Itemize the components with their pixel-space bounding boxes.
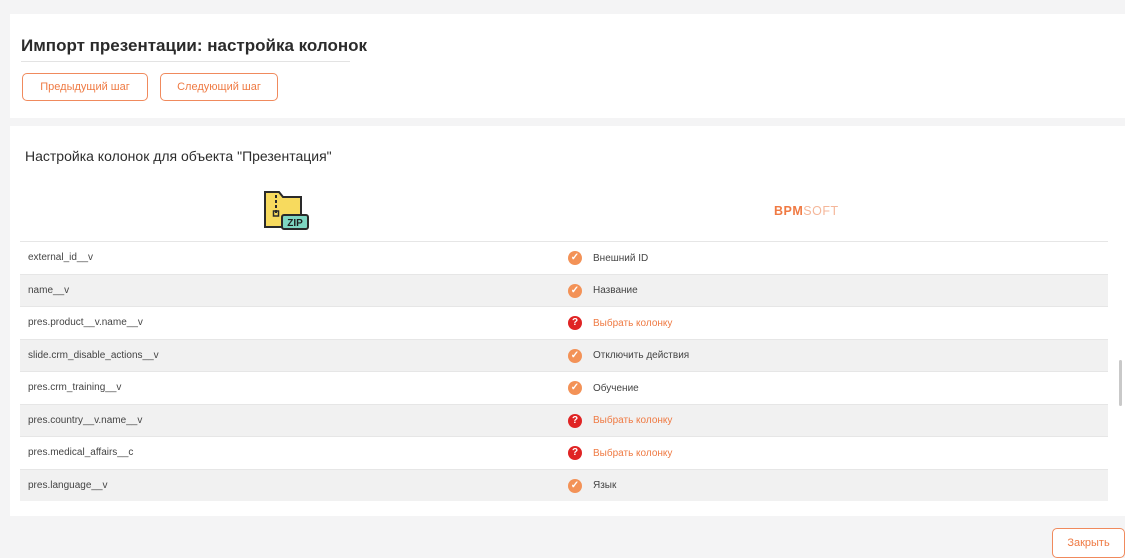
target-column-cell: ✓ Отключить действия <box>568 348 689 364</box>
question-icon: ? <box>568 316 582 330</box>
check-icon: ✓ <box>568 348 582 363</box>
mapping-row: pres.language__v ✓ Язык <box>20 468 1108 501</box>
close-button[interactable]: Закрыть <box>1052 528 1125 558</box>
column-mapping-panel: Настройка колонок для объекта "Презентац… <box>10 126 1125 516</box>
target-column-cell[interactable]: ? Выбрать колонку <box>568 445 672 461</box>
target-column-cell: ✓ Язык <box>568 478 616 494</box>
source-column-name: external_id__v <box>28 252 94 263</box>
target-column-cell: ✓ Название <box>568 283 638 299</box>
select-column-link[interactable]: Выбрать колонку <box>593 448 672 459</box>
mapping-row: name__v ✓ Название <box>20 273 1108 306</box>
source-column-name: name__v <box>28 284 70 296</box>
previous-step-button[interactable]: Предыдущий шаг <box>22 73 148 101</box>
mapping-row: pres.crm_training__v ✓ Обучение <box>20 371 1108 404</box>
header-panel: Импорт презентации: настройка колонок Пр… <box>10 14 1125 118</box>
page-title: Импорт презентации: настройка колонок <box>21 36 368 55</box>
check-icon: ✓ <box>568 251 582 265</box>
mapping-row: pres.country__v.name__v? Выбрать колонку <box>20 403 1108 436</box>
zip-label: ZIP <box>287 218 303 229</box>
check-icon: ✓ <box>568 478 582 493</box>
target-column-cell: ✓ Обучение <box>568 380 639 396</box>
select-column-link[interactable]: Выбрать колонку <box>593 415 672 426</box>
zip-archive-icon: ZIP <box>264 191 309 230</box>
mapping-row: slide.crm_disable_actions__v ✓ Отключить д… <box>20 338 1108 371</box>
mapping-row: pres.product__v.name__v? Выбрать колонку <box>20 306 1108 339</box>
column-mapping-table: external_id__v ✓ Внешний ID name__v ✓ Названи… <box>20 241 1108 501</box>
target-column-label: Язык <box>593 480 617 491</box>
mapping-row: pres.medical_affairs__c? Выбрать колонку <box>20 436 1108 469</box>
section-title: Настройка колонок для объекта "Презентац… <box>25 148 332 164</box>
source-column-name: pres.crm_training__v <box>28 382 122 393</box>
target-column-label: Отключить действия <box>593 350 690 361</box>
target-column-label: Обучение <box>593 382 639 394</box>
mapping-row: external_id__v ✓ Внешний ID <box>20 241 1108 274</box>
bpmsoft-logo: BPMSOFT <box>774 204 839 218</box>
question-icon: ? <box>568 413 582 428</box>
next-step-button[interactable]: Следующий шаг <box>160 73 278 101</box>
target-column-cell: ✓ Внешний ID <box>568 250 648 266</box>
scrollbar[interactable] <box>1119 360 1122 406</box>
logo-part-bpm: BPM <box>774 204 804 218</box>
source-column-name: pres.product__v.name__v <box>28 317 143 328</box>
target-column-cell[interactable]: ? Выбрать колонку <box>568 413 672 429</box>
source-column-name: slide.crm_disable_actions__v <box>28 349 159 361</box>
question-icon: ? <box>568 446 582 460</box>
select-column-link[interactable]: Выбрать колонку <box>593 318 672 329</box>
target-column-label: Название <box>593 285 638 296</box>
target-column-label: Внешний ID <box>593 252 649 264</box>
target-column-cell[interactable]: ? Выбрать колонку <box>568 315 672 331</box>
title-divider <box>21 61 350 62</box>
check-icon: ✓ <box>568 381 582 395</box>
check-icon: ✓ <box>568 283 582 298</box>
source-column-name: pres.medical_affairs__c <box>28 447 134 458</box>
logo-part-soft: SOFT <box>803 204 839 218</box>
source-column-name: pres.language__v <box>28 479 108 491</box>
source-column-name: pres.country__v.name__v <box>28 414 143 426</box>
